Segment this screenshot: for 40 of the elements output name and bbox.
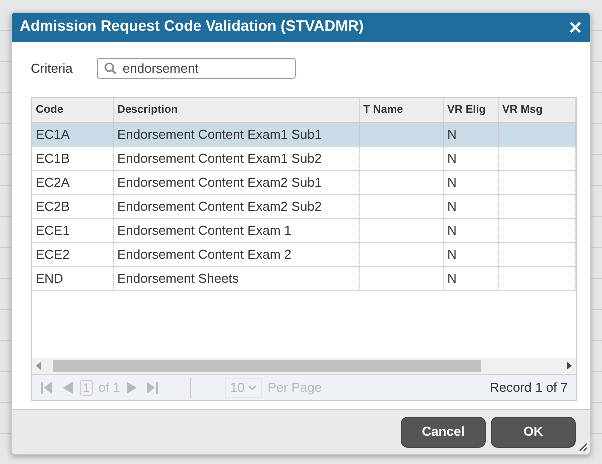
resize-grip-icon[interactable] xyxy=(578,442,588,452)
table-cell: ECE2 xyxy=(36,246,70,262)
column-header[interactable]: Description xyxy=(113,98,359,122)
table-cell: N xyxy=(448,222,457,238)
table-cell: Endorsement Sheets xyxy=(118,270,239,286)
table-cell: Endorsement Content Exam 1 xyxy=(118,222,292,238)
table-cell: N xyxy=(448,174,457,190)
cancel-button[interactable]: Cancel xyxy=(401,416,486,448)
table-cell: Endorsement Content Exam2 Sub2 xyxy=(118,198,322,214)
table-cell: ECE1 xyxy=(36,222,70,238)
table-cell: EC2B xyxy=(36,198,70,214)
table-cell: N xyxy=(448,126,457,142)
dialog-title: Admission Request Code Validation (STVADMR) xyxy=(20,17,364,38)
record-count: Record 1 of 7 xyxy=(490,379,568,398)
table-cell: Endorsement Content Exam 2 xyxy=(118,246,292,262)
table-cell: N xyxy=(448,270,457,286)
scroll-right-icon[interactable] xyxy=(567,362,572,370)
column-header[interactable]: T Name xyxy=(359,98,443,122)
table-cell: N xyxy=(448,150,457,166)
horizontal-scrollbar[interactable] xyxy=(32,358,576,374)
ok-button[interactable]: OK xyxy=(491,416,576,448)
table-cell: EC1A xyxy=(36,126,70,142)
scroll-left-icon[interactable] xyxy=(36,362,41,370)
caret-icon xyxy=(248,384,257,391)
page-count: of 1 xyxy=(98,379,120,398)
search-field[interactable]: endorsement xyxy=(96,58,296,80)
table-cell: EC1B xyxy=(36,150,70,166)
table-cell: EC2A xyxy=(36,174,70,190)
table-cell: Endorsement Content Exam1 Sub2 xyxy=(118,150,322,166)
column-header[interactable]: Code xyxy=(32,98,113,122)
table-cell: Endorsement Content Exam2 Sub1 xyxy=(118,174,322,190)
per-page-label: Per Page xyxy=(268,379,322,398)
close-button[interactable]: × xyxy=(569,16,582,39)
table-cell: N xyxy=(448,246,457,262)
criteria-label: Criteria xyxy=(31,60,73,78)
column-header[interactable]: VR Elig xyxy=(443,98,498,122)
table-cell: END xyxy=(36,270,64,286)
column-header[interactable]: VR Msg xyxy=(498,98,576,122)
table-cell: N xyxy=(448,198,457,214)
table-cell: Endorsement Content Exam1 Sub1 xyxy=(118,126,322,142)
